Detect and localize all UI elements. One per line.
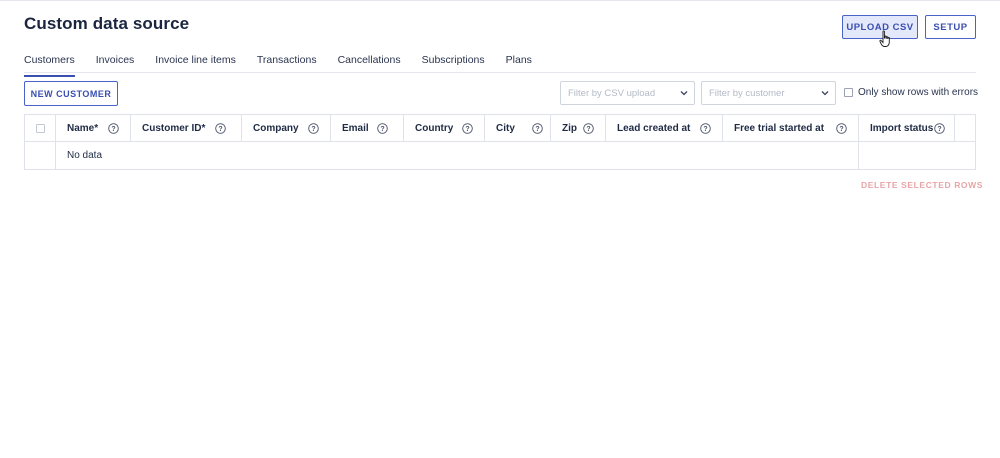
help-icon[interactable]: ? <box>462 123 473 134</box>
column-header-label: Lead created at <box>617 122 691 134</box>
help-icon[interactable]: ? <box>836 123 847 134</box>
tab-invoices[interactable]: Invoices <box>96 54 135 72</box>
column-header-label: Company <box>253 122 299 134</box>
tab-customers[interactable]: Customers <box>24 54 75 77</box>
help-icon[interactable]: ? <box>377 123 388 134</box>
svg-text:?: ? <box>311 126 315 133</box>
svg-text:?: ? <box>218 126 222 133</box>
tab-plans[interactable]: Plans <box>506 54 532 72</box>
svg-text:?: ? <box>937 126 941 133</box>
help-icon[interactable]: ? <box>583 123 594 134</box>
new-customer-button[interactable]: NEW CUSTOMER <box>24 81 118 106</box>
column-header-free-trial-started-at[interactable]: Free trial started at ? <box>723 115 859 142</box>
row-select-cell <box>25 142 56 169</box>
column-header-zip[interactable]: Zip ? <box>551 115 606 142</box>
column-header-label: City <box>496 122 515 134</box>
customers-table: Name* ? Customer ID* ? Company ? Email ?… <box>24 114 976 170</box>
delete-selected-rows-button[interactable]: DELETE SELECTED ROWS <box>861 180 983 190</box>
select-all-checkbox[interactable] <box>36 123 45 133</box>
svg-text:?: ? <box>586 126 590 133</box>
column-header-company[interactable]: Company ? <box>242 115 331 142</box>
tab-subscriptions[interactable]: Subscriptions <box>422 54 485 72</box>
help-icon[interactable]: ? <box>308 123 319 134</box>
filter-customer-select[interactable]: Filter by customer <box>701 81 836 105</box>
errors-only-toggle[interactable]: Only show rows with errors <box>844 87 978 98</box>
svg-text:?: ? <box>380 126 384 133</box>
tab-bar: Customers Invoices Invoice line items Tr… <box>24 54 553 77</box>
filter-customer-placeholder: Filter by customer <box>709 87 785 99</box>
column-header-label: Import status <box>870 122 934 134</box>
svg-text:?: ? <box>703 126 707 133</box>
column-header-email[interactable]: Email ? <box>331 115 404 142</box>
chevron-down-icon <box>821 91 829 96</box>
column-header-actions <box>955 115 975 142</box>
hand-pointer-icon <box>879 30 890 47</box>
page-title: Custom data source <box>24 14 190 33</box>
column-header-label: Zip <box>562 122 577 134</box>
filter-csv-upload-select[interactable]: Filter by CSV upload <box>560 81 695 105</box>
tab-transactions[interactable]: Transactions <box>257 54 317 72</box>
help-icon[interactable]: ? <box>108 123 119 134</box>
column-header-label: Free trial started at <box>734 122 825 134</box>
help-icon[interactable]: ? <box>934 123 945 134</box>
column-header-label: Customer ID* <box>142 122 206 134</box>
tab-invoice-line-items[interactable]: Invoice line items <box>155 54 236 72</box>
errors-only-label: Only show rows with errors <box>858 87 979 98</box>
svg-text:?: ? <box>465 126 469 133</box>
column-header-import-status[interactable]: Import status ? <box>859 115 955 142</box>
column-header-customer-id[interactable]: Customer ID* ? <box>131 115 242 142</box>
row-status-cell <box>859 142 955 169</box>
column-header-lead-created-at[interactable]: Lead created at ? <box>606 115 723 142</box>
column-header-label: Email <box>342 122 369 134</box>
setup-button[interactable]: SETUP <box>925 15 976 39</box>
tabs-divider <box>24 72 976 73</box>
select-all-cell <box>25 115 56 142</box>
column-header-country[interactable]: Country ? <box>404 115 485 142</box>
chevron-down-icon <box>680 91 688 96</box>
svg-text:?: ? <box>535 126 539 133</box>
svg-text:?: ? <box>839 126 843 133</box>
empty-state-text: No data <box>67 150 103 161</box>
column-header-label: Country <box>415 122 454 134</box>
help-icon[interactable]: ? <box>532 123 543 134</box>
filter-csv-upload-placeholder: Filter by CSV upload <box>568 87 656 99</box>
errors-only-checkbox[interactable] <box>844 88 853 97</box>
svg-text:?: ? <box>111 126 115 133</box>
tab-cancellations[interactable]: Cancellations <box>338 54 401 72</box>
column-header-city[interactable]: City ? <box>485 115 551 142</box>
column-header-label: Name* <box>67 122 99 134</box>
help-icon[interactable]: ? <box>215 123 226 134</box>
help-icon[interactable]: ? <box>700 123 711 134</box>
column-header-name[interactable]: Name* ? <box>56 115 131 142</box>
custom-data-source-page: Custom data source UPLOAD CSV SETUP Cust… <box>0 0 1000 458</box>
empty-state-cell: No data <box>56 142 859 169</box>
